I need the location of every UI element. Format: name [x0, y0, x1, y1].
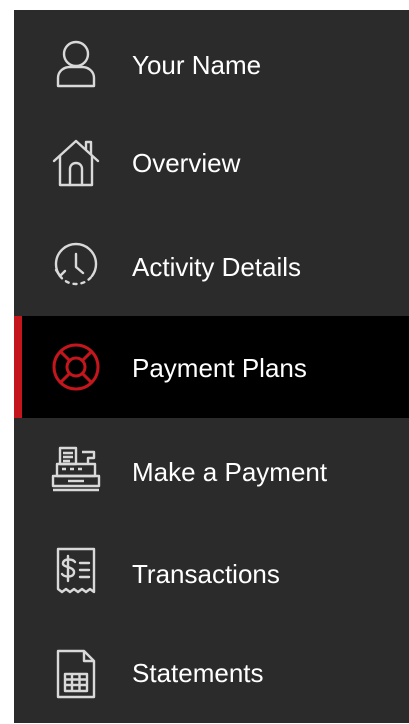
sidebar-item-label: Overview — [132, 148, 241, 178]
home-icon — [50, 137, 102, 189]
cash-register-icon — [50, 444, 102, 496]
lifebuoy-icon — [50, 341, 102, 393]
sidebar-item-transactions[interactable]: Transactions — [14, 520, 409, 622]
sidebar-item-label: Transactions — [132, 559, 280, 589]
clock-history-icon — [50, 240, 102, 292]
spreadsheet-document-icon — [50, 648, 102, 700]
receipt-icon — [50, 546, 102, 598]
sidebar-item-label: Your Name — [132, 50, 262, 80]
sidebar-item-label: Activity Details — [132, 252, 302, 282]
sidebar-item-payment-plans[interactable]: Payment Plans — [14, 316, 409, 418]
sidebar-nav: Your Name Overview Activity Details Paym… — [14, 10, 409, 723]
sidebar-item-profile[interactable]: Your Name — [14, 10, 409, 112]
sidebar-item-statements[interactable]: Statements — [14, 622, 409, 724]
user-icon — [50, 38, 102, 90]
sidebar-item-make-a-payment[interactable]: Make a Payment — [14, 418, 409, 520]
sidebar-item-activity-details[interactable]: Activity Details — [14, 214, 409, 316]
sidebar-item-label: Payment Plans — [132, 353, 307, 383]
sidebar-item-label: Make a Payment — [132, 457, 328, 487]
sidebar-item-overview[interactable]: Overview — [14, 112, 409, 214]
sidebar-item-label: Statements — [132, 658, 264, 688]
